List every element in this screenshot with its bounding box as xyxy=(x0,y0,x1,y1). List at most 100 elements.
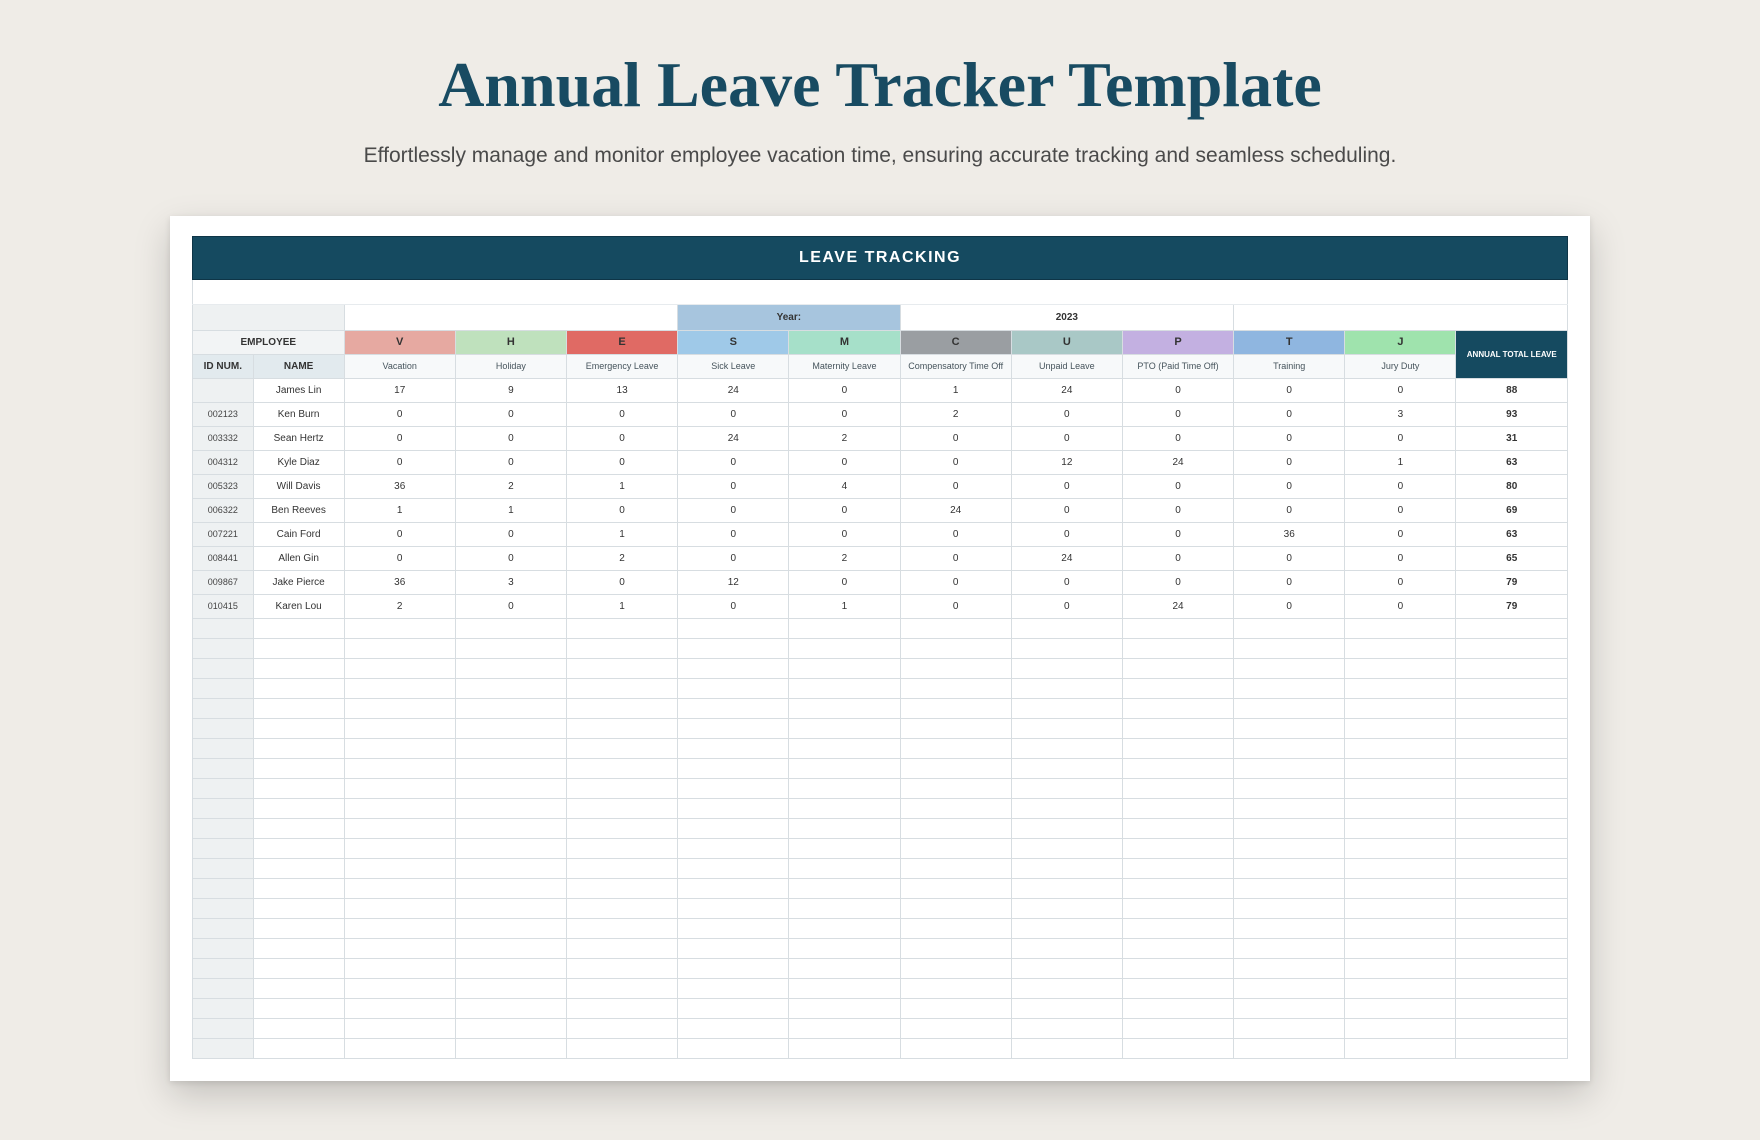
leave-code: C xyxy=(900,330,1011,354)
leave-value: 0 xyxy=(1234,426,1345,450)
leave-value: 0 xyxy=(566,570,677,594)
leave-code: S xyxy=(678,330,789,354)
leave-value: 0 xyxy=(900,570,1011,594)
employee-id: 004312 xyxy=(193,450,254,474)
employee-name: Ken Burn xyxy=(253,402,344,426)
leave-value: 17 xyxy=(344,378,455,402)
leave-value: 2 xyxy=(900,402,1011,426)
employee-id xyxy=(193,378,254,402)
leave-value: 0 xyxy=(1234,594,1345,618)
table-row: 004312Kyle Diaz00000012240163 xyxy=(193,450,1568,474)
employee-id: 008441 xyxy=(193,546,254,570)
employee-header: EMPLOYEE xyxy=(193,330,345,354)
table-row: James Lin1791324012400088 xyxy=(193,378,1568,402)
leave-value: 0 xyxy=(678,546,789,570)
employee-name: Cain Ford xyxy=(253,522,344,546)
annual-total: 79 xyxy=(1456,594,1568,618)
leave-value: 24 xyxy=(1011,546,1122,570)
annual-total: 88 xyxy=(1456,378,1568,402)
leave-value: 9 xyxy=(455,378,566,402)
leave-type-label: Vacation xyxy=(344,354,455,378)
leave-value: 0 xyxy=(900,450,1011,474)
employee-name: James Lin xyxy=(253,378,344,402)
leave-value: 0 xyxy=(678,450,789,474)
leave-type-label: Compensatory Time Off xyxy=(900,354,1011,378)
leave-value: 0 xyxy=(1122,498,1233,522)
annual-total: 69 xyxy=(1456,498,1568,522)
leave-value: 0 xyxy=(678,474,789,498)
annual-total: 80 xyxy=(1456,474,1568,498)
leave-type-label: Holiday xyxy=(455,354,566,378)
leave-value: 1 xyxy=(455,498,566,522)
leave-value: 0 xyxy=(1234,570,1345,594)
annual-total: 93 xyxy=(1456,402,1568,426)
id-header: ID NUM. xyxy=(193,354,254,378)
leave-type-label: Emergency Leave xyxy=(566,354,677,378)
leave-value: 0 xyxy=(1011,474,1122,498)
leave-value: 0 xyxy=(344,546,455,570)
table-row: 002123Ken Burn000002000393 xyxy=(193,402,1568,426)
leave-code: J xyxy=(1345,330,1456,354)
leave-value: 12 xyxy=(678,570,789,594)
leave-value: 0 xyxy=(789,570,900,594)
leave-value: 24 xyxy=(1011,378,1122,402)
leave-value: 1 xyxy=(566,474,677,498)
leave-value: 0 xyxy=(1122,474,1233,498)
leave-value: 0 xyxy=(566,498,677,522)
employee-id: 006322 xyxy=(193,498,254,522)
leave-value: 0 xyxy=(455,594,566,618)
leave-type-label: Sick Leave xyxy=(678,354,789,378)
page-subtitle: Effortlessly manage and monitor employee… xyxy=(170,144,1590,168)
leave-value: 36 xyxy=(1234,522,1345,546)
leave-value: 2 xyxy=(455,474,566,498)
employee-id: 009867 xyxy=(193,570,254,594)
employee-id: 003332 xyxy=(193,426,254,450)
leave-value: 0 xyxy=(1011,498,1122,522)
leave-value: 0 xyxy=(1234,378,1345,402)
annual-total: 63 xyxy=(1456,522,1568,546)
leave-value: 0 xyxy=(455,450,566,474)
leave-value: 2 xyxy=(344,594,455,618)
leave-type-label: Jury Duty xyxy=(1345,354,1456,378)
leave-value: 0 xyxy=(455,426,566,450)
leave-value: 1 xyxy=(566,522,677,546)
employee-name: Karen Lou xyxy=(253,594,344,618)
leave-value: 1 xyxy=(900,378,1011,402)
leave-value: 0 xyxy=(1122,546,1233,570)
leave-value: 0 xyxy=(1345,378,1456,402)
leave-code: E xyxy=(566,330,677,354)
leave-value: 0 xyxy=(1234,402,1345,426)
leave-value: 0 xyxy=(678,594,789,618)
leave-value: 0 xyxy=(1011,402,1122,426)
leave-value: 24 xyxy=(678,426,789,450)
leave-value: 0 xyxy=(344,522,455,546)
leave-value: 0 xyxy=(789,450,900,474)
leave-value: 0 xyxy=(789,522,900,546)
leave-value: 0 xyxy=(1234,450,1345,474)
tracking-banner: LEAVE TRACKING xyxy=(192,236,1568,280)
leave-value: 36 xyxy=(344,474,455,498)
leave-value: 1 xyxy=(566,594,677,618)
leave-value: 4 xyxy=(789,474,900,498)
leave-value: 0 xyxy=(789,402,900,426)
leave-value: 0 xyxy=(1122,522,1233,546)
table-row: 006322Ben Reeves1100024000069 xyxy=(193,498,1568,522)
leave-value: 0 xyxy=(1011,570,1122,594)
year-value[interactable]: 2023 xyxy=(900,304,1234,330)
table-row: 010415Karen Lou2010100240079 xyxy=(193,594,1568,618)
leave-value: 0 xyxy=(789,378,900,402)
annual-total: 65 xyxy=(1456,546,1568,570)
leave-type-label: Unpaid Leave xyxy=(1011,354,1122,378)
leave-value: 0 xyxy=(678,522,789,546)
leave-value: 24 xyxy=(678,378,789,402)
leave-value: 0 xyxy=(1122,402,1233,426)
leave-value: 36 xyxy=(344,570,455,594)
employee-name: Will Davis xyxy=(253,474,344,498)
employee-id: 002123 xyxy=(193,402,254,426)
leave-value: 0 xyxy=(900,594,1011,618)
leave-value: 24 xyxy=(1122,594,1233,618)
spreadsheet-card: LEAVE TRACKING Year:2023EMPLOYEEVHESMCUP… xyxy=(170,216,1590,1081)
leave-value: 0 xyxy=(566,426,677,450)
leave-value: 0 xyxy=(1122,426,1233,450)
leave-value: 0 xyxy=(678,498,789,522)
